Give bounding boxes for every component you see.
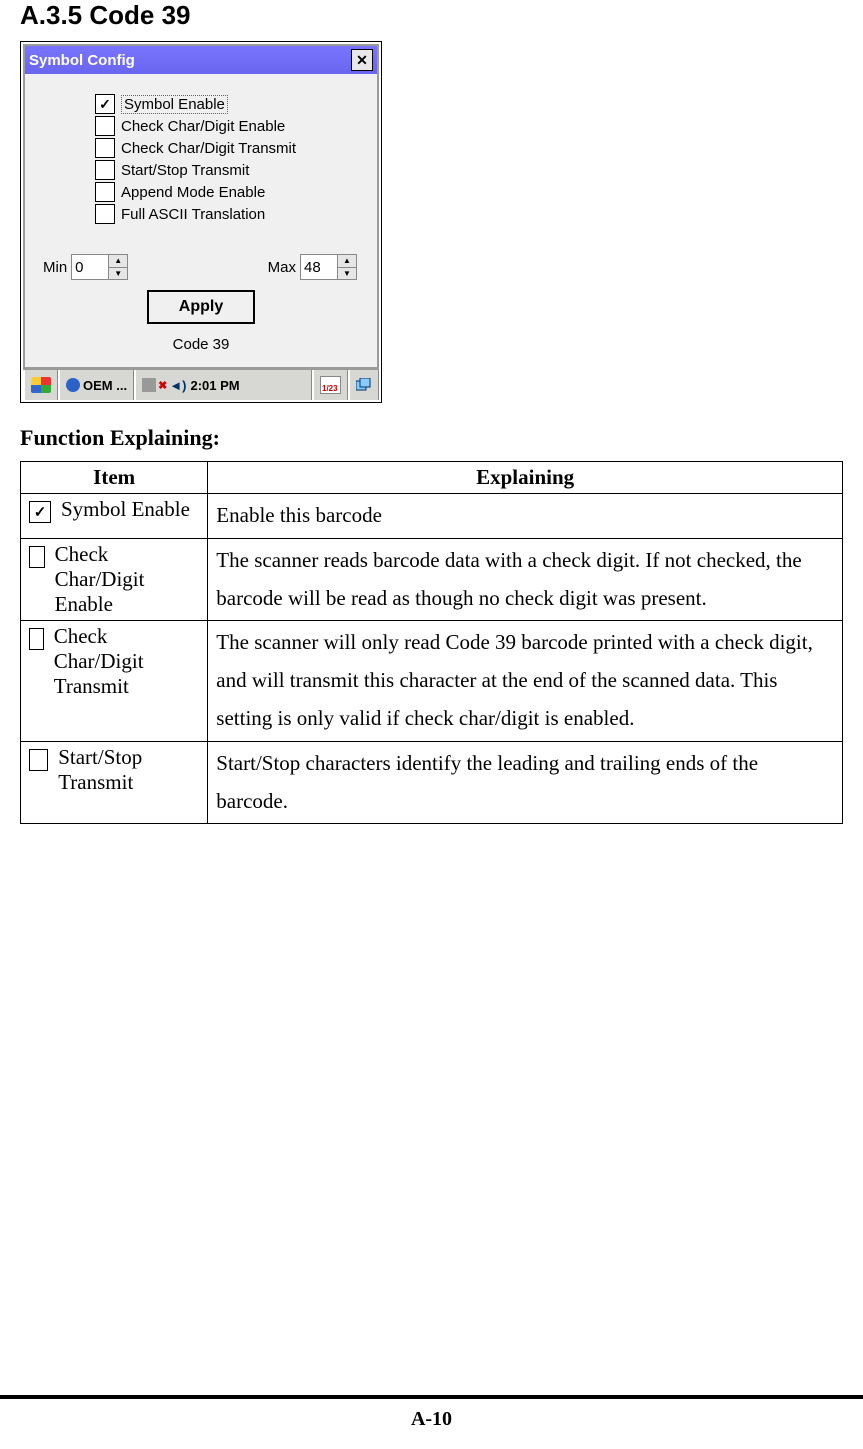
max-spinner[interactable]: ▲ ▼	[337, 255, 356, 279]
row-check-icon	[29, 749, 48, 771]
max-label: Max	[268, 259, 296, 276]
windows-flag-icon	[31, 377, 51, 393]
max-value: 48	[301, 259, 337, 276]
checkbox-full-ascii[interactable]	[95, 204, 115, 224]
option-label: Start/Stop Transmit	[121, 162, 249, 179]
dialog-title: Symbol Config	[29, 52, 135, 69]
checkbox-check-char-transmit[interactable]	[95, 138, 115, 158]
embedded-screenshot: Symbol Config ✕ ✓ Symbol Enable Check Ch…	[20, 41, 382, 403]
row-check-icon	[29, 628, 44, 650]
row-explain: Enable this barcode	[208, 494, 843, 539]
tray-icon	[142, 378, 156, 392]
taskbar-desktop[interactable]	[348, 370, 379, 400]
checkbox-append-mode[interactable]	[95, 182, 115, 202]
row-item: Start/Stop Transmit	[58, 745, 199, 795]
option-label: Check Char/Digit Enable	[121, 118, 285, 135]
row-check-icon: ✓	[29, 501, 51, 523]
min-label: Min	[43, 259, 67, 276]
option-label: Append Mode Enable	[121, 184, 265, 201]
option-label: Full ASCII Translation	[121, 206, 265, 223]
taskbar-app-label: OEM ...	[83, 378, 127, 393]
taskbar-calendar[interactable]: 1/23	[312, 370, 348, 400]
option-label: Check Char/Digit Transmit	[121, 140, 296, 157]
table-row: Check Char/Digit Enable The scanner read…	[21, 538, 843, 621]
min-stepper[interactable]: 0 ▲ ▼	[71, 254, 128, 280]
max-stepper[interactable]: 48 ▲ ▼	[300, 254, 357, 280]
calendar-icon: 1/23	[320, 376, 341, 394]
row-check-icon	[29, 546, 45, 568]
option-row: Check Char/Digit Enable	[95, 116, 367, 136]
min-value: 0	[72, 259, 108, 276]
close-icon[interactable]: ✕	[351, 49, 373, 71]
apply-button[interactable]: Apply	[147, 290, 255, 324]
function-explaining-heading: Function Explaining:	[20, 425, 843, 451]
chevron-down-icon[interactable]: ▼	[109, 268, 127, 280]
table-row: ✓ Symbol Enable Enable this barcode	[21, 494, 843, 539]
row-item: Check Char/Digit Transmit	[54, 624, 200, 699]
section-title: A.3.5 Code 39	[20, 0, 843, 31]
option-row: Start/Stop Transmit	[95, 160, 367, 180]
row-explain: Start/Stop characters identify the leadi…	[208, 741, 843, 824]
taskbar: OEM ... ✖ ◄) 2:01 PM 1/23	[23, 369, 379, 400]
start-button[interactable]	[23, 370, 58, 400]
table-header-item: Item	[21, 462, 208, 494]
option-row: Full ASCII Translation	[95, 204, 367, 224]
chevron-up-icon[interactable]: ▲	[338, 255, 356, 268]
option-row: ✓ Symbol Enable	[95, 94, 367, 114]
app-icon	[66, 378, 80, 392]
row-explain: The scanner will only read Code 39 barco…	[208, 621, 843, 741]
option-row: Append Mode Enable	[95, 182, 367, 202]
dialog-footer-label: Code 39	[35, 330, 367, 361]
dialog-titlebar: Symbol Config ✕	[25, 46, 377, 74]
checkbox-symbol-enable[interactable]: ✓	[95, 94, 115, 114]
min-spinner[interactable]: ▲ ▼	[108, 255, 127, 279]
chevron-up-icon[interactable]: ▲	[109, 255, 127, 268]
page-number: A-10	[0, 1408, 863, 1431]
chevron-down-icon[interactable]: ▼	[338, 268, 356, 280]
table-header-row: Item Explaining	[21, 462, 843, 494]
taskbar-app[interactable]: OEM ...	[58, 370, 134, 400]
network-disconnected-icon: ✖	[158, 379, 167, 392]
speaker-icon: ◄)	[169, 378, 186, 393]
row-explain: The scanner reads barcode data with a ch…	[208, 538, 843, 621]
system-tray: ✖ ◄) 2:01 PM	[134, 370, 312, 400]
checkbox-start-stop-transmit[interactable]	[95, 160, 115, 180]
checkbox-check-char-enable[interactable]	[95, 116, 115, 136]
function-table: Item Explaining ✓ Symbol Enable Enable th…	[20, 461, 843, 824]
page-rule	[0, 1395, 863, 1399]
row-item: Symbol Enable	[61, 497, 190, 522]
row-item: Check Char/Digit Enable	[55, 542, 200, 617]
table-row: Check Char/Digit Transmit The scanner wi…	[21, 621, 843, 741]
option-row: Check Char/Digit Transmit	[95, 138, 367, 158]
cascade-windows-icon	[356, 378, 372, 392]
taskbar-time: 2:01 PM	[190, 378, 239, 393]
symbol-config-dialog: Symbol Config ✕ ✓ Symbol Enable Check Ch…	[23, 44, 379, 369]
option-label: Symbol Enable	[121, 95, 228, 114]
table-row: Start/Stop Transmit Start/Stop character…	[21, 741, 843, 824]
table-header-explaining: Explaining	[208, 462, 843, 494]
